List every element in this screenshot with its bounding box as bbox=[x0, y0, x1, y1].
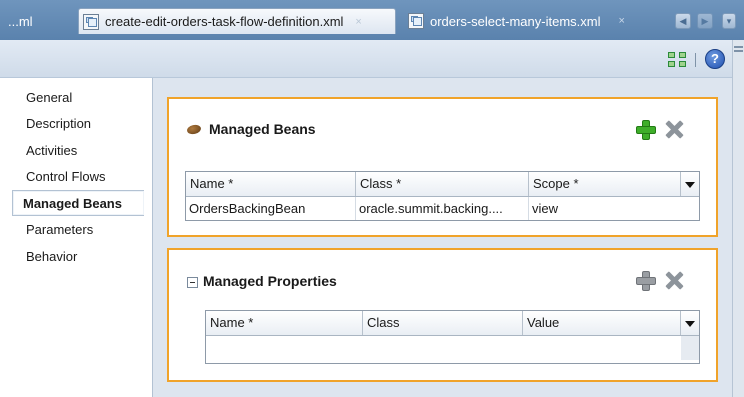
nav-item-managed-beans[interactable]: Managed Beans bbox=[12, 190, 144, 216]
column-header-scope[interactable]: Scope * bbox=[529, 172, 681, 196]
table-scrollbar[interactable] bbox=[681, 336, 699, 360]
xml-file-icon bbox=[408, 13, 424, 29]
table-header: Name * Class Value bbox=[206, 311, 699, 336]
cell-scope[interactable]: view bbox=[529, 197, 681, 220]
add-icon[interactable] bbox=[635, 119, 656, 140]
nav-item-activities[interactable]: Activities bbox=[26, 143, 77, 158]
diagram-layout-icon[interactable] bbox=[668, 52, 688, 68]
xml-file-icon bbox=[83, 13, 99, 30]
scrollbar-grip-icon bbox=[734, 46, 743, 52]
editor-toolbar: ? bbox=[0, 40, 732, 78]
help-icon[interactable]: ? bbox=[705, 49, 725, 69]
editor-tab-strip: ...ml create-edit-orders-task-flow-defin… bbox=[0, 0, 744, 40]
tab-label: orders-select-many-items.xml bbox=[430, 13, 601, 29]
managed-properties-header: Managed Properties bbox=[169, 250, 716, 310]
table-header: Name * Class * Scope * bbox=[186, 172, 699, 197]
delete-icon[interactable] bbox=[664, 119, 684, 139]
nav-item-behavior[interactable]: Behavior bbox=[26, 249, 77, 264]
collapse-icon[interactable] bbox=[187, 277, 198, 288]
column-header-class[interactable]: Class bbox=[363, 311, 523, 335]
tab-create-edit-orders-task-flow-definition[interactable]: create-edit-orders-task-flow-definition.… bbox=[78, 8, 396, 34]
column-menu-dropdown-icon[interactable] bbox=[681, 172, 699, 196]
tab-list-dropdown-button[interactable]: ▾ bbox=[722, 13, 736, 29]
section-title: Managed Beans bbox=[209, 121, 316, 137]
managed-beans-section: Managed Beans Name * Class * Scope * Ord… bbox=[167, 97, 718, 237]
cell-class[interactable]: oracle.summit.backing.... bbox=[356, 197, 529, 220]
toolbar-separator bbox=[695, 53, 696, 67]
column-header-class[interactable]: Class * bbox=[356, 172, 529, 196]
table-row[interactable]: OrdersBackingBean oracle.summit.backing.… bbox=[186, 197, 699, 220]
column-menu-dropdown-icon[interactable] bbox=[681, 311, 699, 335]
window-scrollbar[interactable] bbox=[732, 40, 744, 397]
tab-overflow[interactable]: ...ml bbox=[0, 8, 78, 34]
tab-overflow-label: ...ml bbox=[8, 13, 33, 29]
cell-name[interactable]: OrdersBackingBean bbox=[186, 197, 356, 220]
nav-item-description[interactable]: Description bbox=[26, 116, 91, 131]
managed-beans-header: Managed Beans bbox=[169, 99, 716, 159]
nav-item-general[interactable]: General bbox=[26, 90, 72, 105]
scroll-tabs-right-button[interactable]: ▶ bbox=[697, 13, 713, 29]
add-icon[interactable] bbox=[635, 270, 656, 291]
close-icon[interactable]: × bbox=[618, 15, 624, 27]
close-icon[interactable]: × bbox=[355, 16, 361, 28]
nav-item-control-flows[interactable]: Control Flows bbox=[26, 169, 105, 184]
tab-label: create-edit-orders-task-flow-definition.… bbox=[105, 14, 344, 29]
main-panel: Managed Beans Name * Class * Scope * Ord… bbox=[152, 78, 732, 397]
managed-properties-section: Managed Properties Name * Class Value bbox=[167, 248, 718, 382]
managed-properties-table: Name * Class Value bbox=[205, 310, 700, 364]
overview-navigation: General Description Activities Control F… bbox=[0, 78, 152, 397]
bean-icon bbox=[186, 123, 202, 136]
nav-item-parameters[interactable]: Parameters bbox=[26, 222, 93, 237]
section-title: Managed Properties bbox=[203, 273, 337, 289]
column-header-name[interactable]: Name * bbox=[186, 172, 356, 196]
column-header-value[interactable]: Value bbox=[523, 311, 681, 335]
tab-orders-select-many-items[interactable]: orders-select-many-items.xml × bbox=[404, 8, 649, 34]
managed-beans-table: Name * Class * Scope * OrdersBackingBean… bbox=[185, 171, 700, 221]
column-header-name[interactable]: Name * bbox=[206, 311, 363, 335]
scroll-tabs-left-button[interactable]: ◀ bbox=[675, 13, 691, 29]
delete-icon[interactable] bbox=[664, 270, 684, 290]
